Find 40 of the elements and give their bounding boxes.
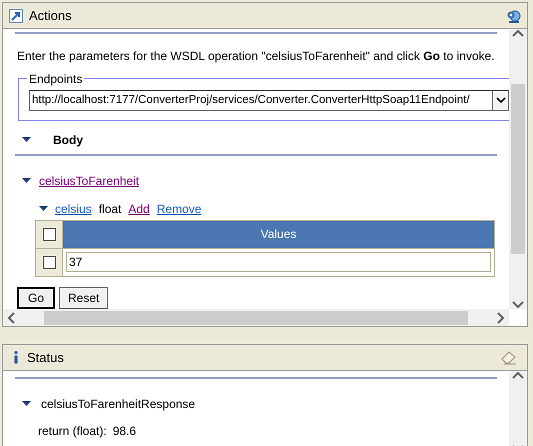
collapse-arrow-icon[interactable] [22, 137, 31, 144]
vertical-scrollbar[interactable] [509, 371, 527, 446]
collapse-arrow-icon[interactable] [22, 178, 31, 184]
dropdown-button[interactable] [492, 91, 508, 110]
chevron-down-icon [496, 97, 506, 104]
scrollbar-thumb[interactable] [511, 84, 525, 254]
collapse-arrow-icon[interactable] [22, 401, 31, 407]
scroll-right-icon[interactable] [497, 312, 505, 324]
column-header: Values [63, 220, 494, 248]
response-label[interactable]: celsiusToFarenheitResponse [41, 395, 196, 413]
gear-globe-icon[interactable] [505, 8, 521, 24]
checkbox[interactable] [42, 256, 56, 269]
scroll-up-icon[interactable] [512, 29, 524, 37]
scrollbar-thumb[interactable] [44, 310, 468, 324]
arrow-icon [9, 8, 23, 22]
result-value: 98.6 [112, 423, 136, 440]
scroll-down-icon[interactable] [512, 301, 524, 309]
scroll-left-icon[interactable] [7, 312, 15, 324]
remove-link[interactable]: Remove [156, 200, 202, 218]
checkbox[interactable] [42, 228, 56, 241]
result-label: return (float): [38, 423, 107, 440]
info-icon [13, 351, 19, 364]
panel-title: Status [27, 348, 65, 367]
scroll-up-icon[interactable] [512, 371, 524, 379]
instruction-text: Enter the parameters for the WSDL operation "celsiusToFarenheit" and click Go to invoke. [17, 48, 496, 65]
section-title[interactable]: Body [53, 131, 83, 150]
horizontal-scrollbar[interactable] [3, 309, 509, 326]
operation-link[interactable]: celsiusToFarenheit [39, 172, 140, 190]
eraser-icon[interactable] [501, 350, 517, 364]
add-link[interactable]: Add [128, 200, 150, 218]
endpoint-value: http://localhost:7177/ConverterProj/services/Converter.ConverterHttpSoap11Endpoint/ [31, 93, 471, 108]
go-button[interactable]: Go [17, 286, 55, 309]
parameter-type: float [98, 200, 122, 218]
vertical-scrollbar[interactable] [509, 29, 527, 309]
panel-title: Actions [29, 6, 73, 25]
parameter-link[interactable]: celsius [55, 200, 92, 218]
reset-button[interactable]: Reset [59, 286, 108, 309]
collapse-arrow-icon[interactable] [39, 206, 48, 212]
value-input[interactable]: 37 [66, 252, 491, 272]
endpoint-dropdown[interactable]: http://localhost:7177/ConverterProj/services/Converter.ConverterHttpSoap11Endpoint/ [29, 90, 509, 112]
